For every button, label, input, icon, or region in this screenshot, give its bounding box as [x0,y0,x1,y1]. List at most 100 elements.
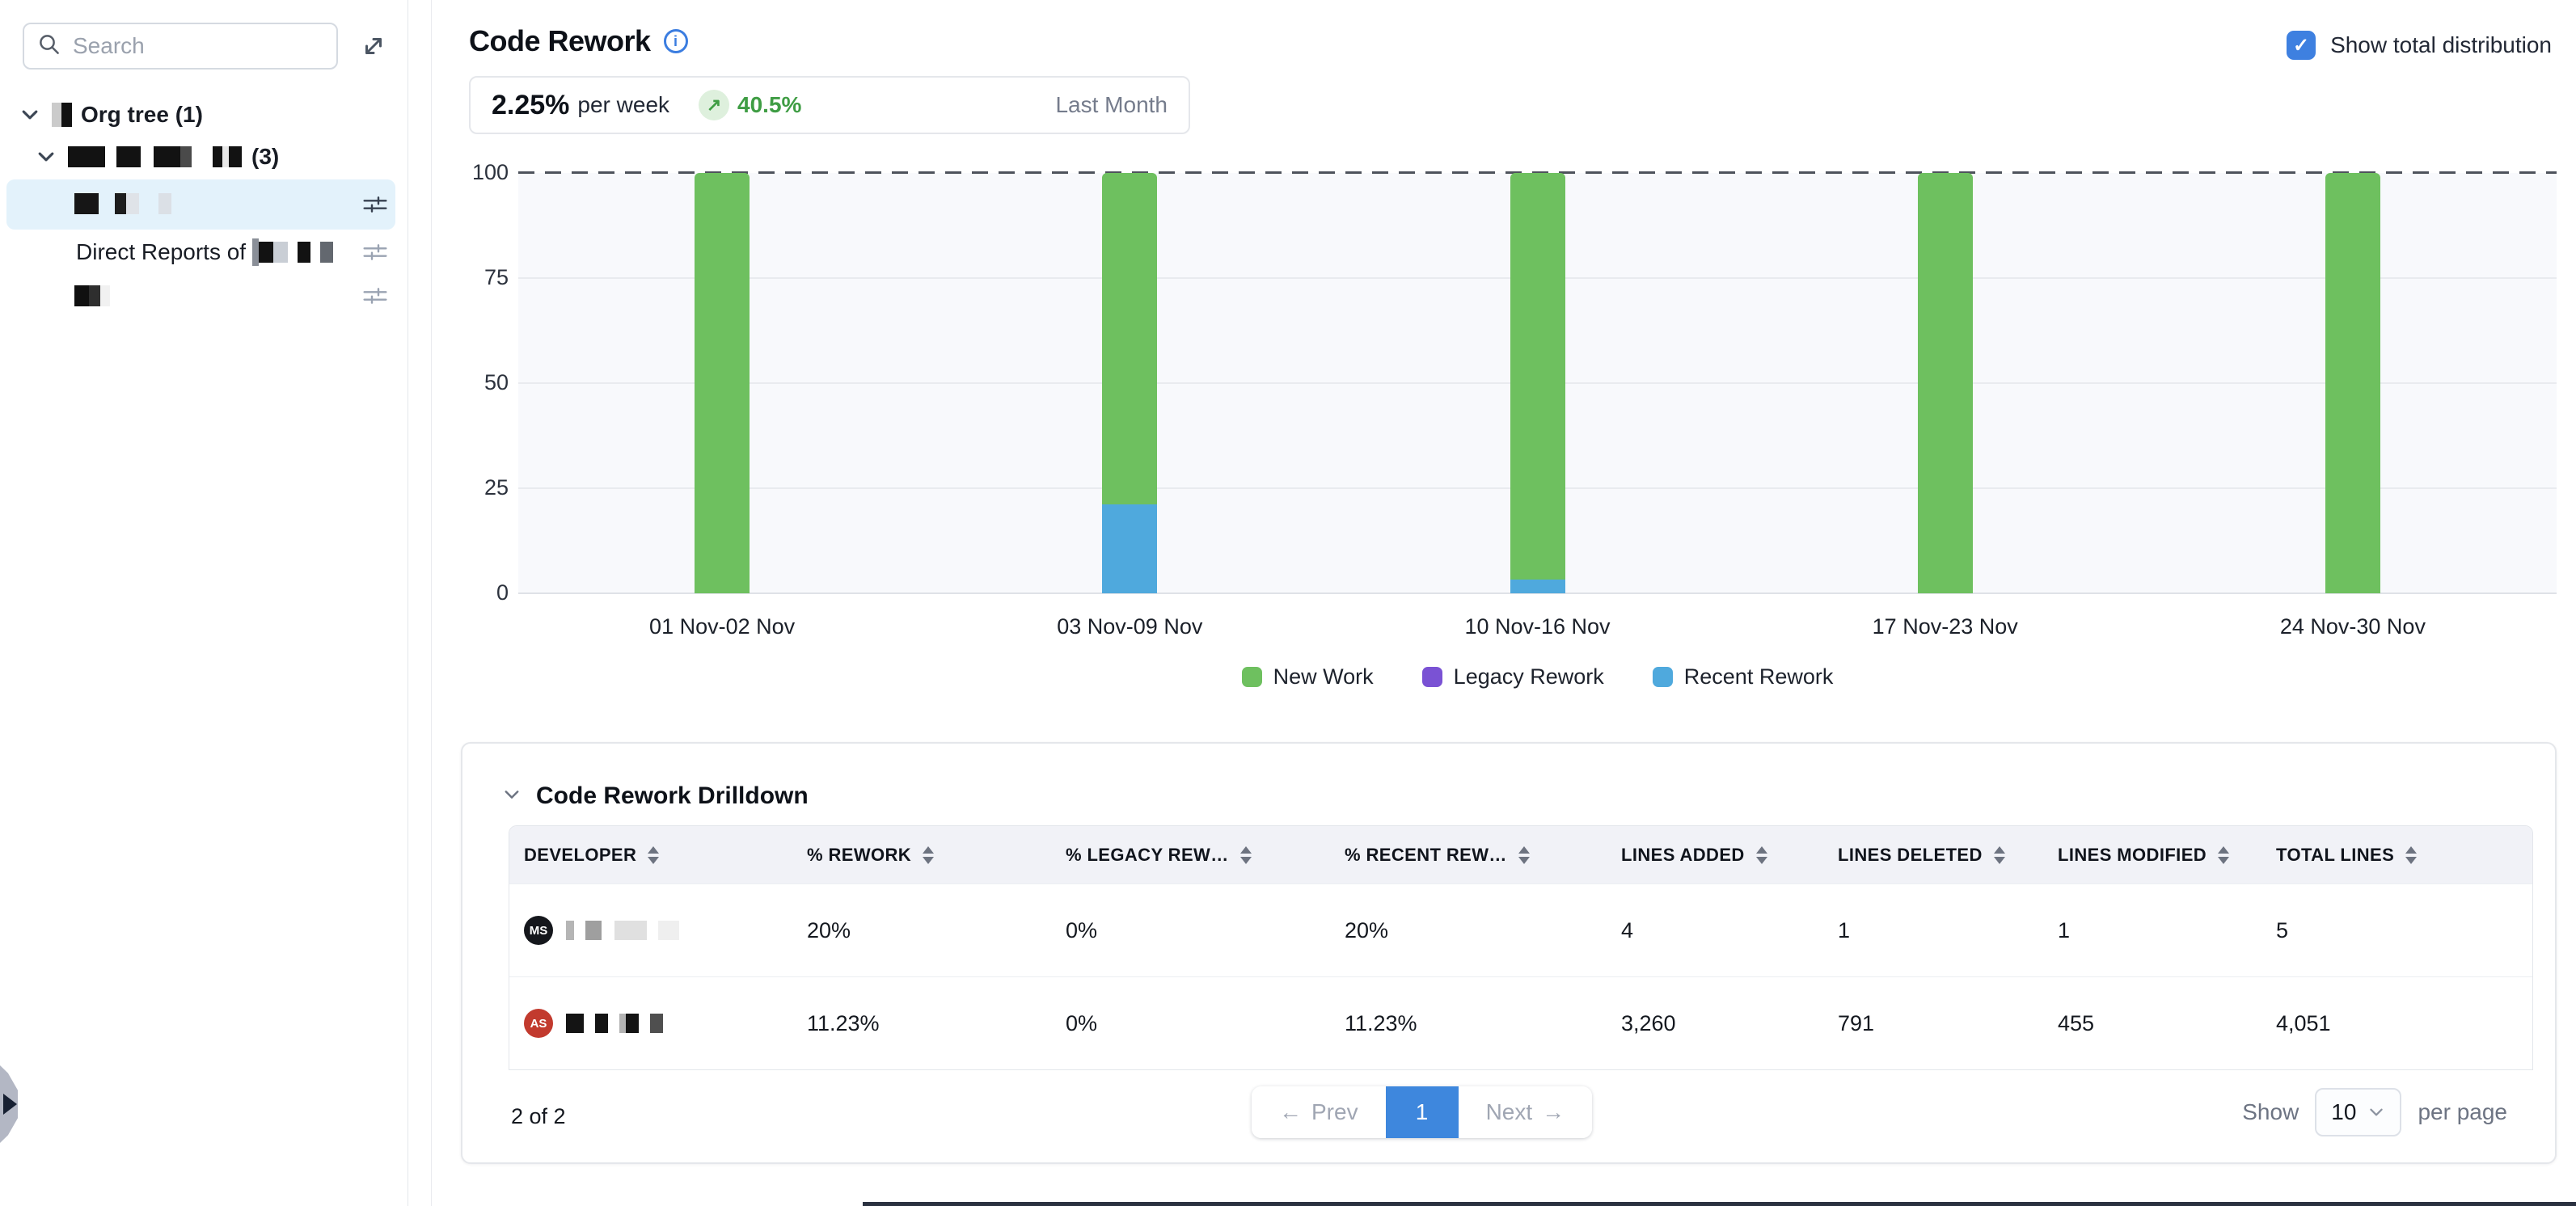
chevron-down-icon [2367,1103,2385,1121]
checkbox-checked-icon[interactable]: ✓ [2287,31,2316,60]
x-axis-labels: 01 Nov-02 Nov03 Nov-09 Nov10 Nov-16 Nov1… [518,614,2557,639]
sort-icon[interactable] [2218,846,2229,864]
column-header-label: TOTAL LINES [2276,845,2394,866]
show-total-distribution-toggle[interactable]: ✓ Show total distribution [2287,31,2552,60]
x-tick-label: 01 Nov-02 Nov [518,614,926,639]
lines-added-cell: 4 [1607,918,1823,943]
plot-area [518,173,2557,593]
filter-icon[interactable] [361,190,390,219]
lines-deleted-cell: 1 [1823,918,2043,943]
legend-item-recent-rework[interactable]: Recent Rework [1653,664,1834,689]
drilldown-title: Code Rework Drilldown [536,782,809,810]
bar-segment-new-work [1510,173,1565,580]
legend-item-new-work[interactable]: New Work [1242,664,1374,689]
y-tick-label: 100 [440,160,509,185]
page: Org tree (1) (3) Direct Reports of [0,0,2576,1206]
column-header-label: LINES DELETED [1838,845,1983,866]
sidebar-item-selected[interactable] [6,179,395,230]
drilldown-card: Code Rework Drilldown DEVELOPER % REWORK%… [461,742,2557,1164]
sort-icon[interactable] [2405,846,2417,864]
caret-right-icon [3,1094,17,1115]
legend-swatch [1422,667,1442,687]
stat-unit: per week [577,92,669,118]
filter-icon[interactable] [361,238,390,267]
recent-rework-cell: 11.23% [1330,1011,1607,1036]
table-row[interactable]: MS20%0%20%4115 [509,883,2532,976]
stacked-bar[interactable] [1102,173,1157,593]
table-header-row: DEVELOPER % REWORK % LEGACY REW… % RECENT R… [509,826,2532,883]
chevron-down-icon[interactable] [502,785,522,808]
column-header-legacy-rew[interactable]: % LEGACY REW… [1051,845,1330,866]
info-icon[interactable]: i [664,29,688,53]
legend-swatch [1242,667,1262,687]
bar-group [1742,173,2149,593]
rework-cell: 20% [792,918,1051,943]
sort-icon[interactable] [923,846,934,864]
bar-segment-new-work [2325,173,2380,593]
search-input[interactable] [73,33,323,59]
column-header-total-lines[interactable]: TOTAL LINES [2261,845,2532,866]
sidebar-item-group[interactable]: (3) [36,142,279,171]
legacy-rework-cell: 0% [1051,1011,1330,1036]
stacked-bar[interactable] [1510,173,1565,593]
sidebar-item-other[interactable] [74,280,110,312]
search-box[interactable] [23,23,338,70]
sort-icon[interactable] [648,846,659,864]
stat-period: Last Month [1055,92,1168,118]
filter-icon[interactable] [361,281,390,310]
developer-cell: AS [509,1009,792,1038]
page-size-select[interactable]: 10 [2315,1088,2401,1136]
stacked-bar[interactable] [2325,173,2380,593]
sidebar-item-selected-content[interactable] [74,189,171,218]
show-total-distribution-label: Show total distribution [2330,32,2552,58]
redacted-text [252,238,333,266]
column-header-developer[interactable]: DEVELOPER [509,845,792,866]
redacted-text [68,146,242,167]
sidebar-item-direct-reports[interactable]: Direct Reports of [76,236,333,268]
y-tick-label: 0 [440,580,509,605]
column-header-lines-added[interactable]: LINES ADDED [1607,845,1823,866]
column-header-label: DEVELOPER [524,845,636,866]
column-header-label: LINES ADDED [1621,845,1745,866]
legend-label: New Work [1273,664,1374,689]
sidebar-item-org-tree[interactable]: Org tree (1) [19,100,203,129]
stat-value: 2.25% [492,90,569,121]
stacked-bar[interactable] [1918,173,1973,593]
column-header-label: % LEGACY REW… [1066,845,1229,866]
sidebar-collapse-handle[interactable] [0,1065,18,1143]
total-lines-cell: 5 [2261,918,2532,943]
drilldown-table: DEVELOPER % REWORK % LEGACY REW… % RECENT R… [509,825,2533,1070]
developer-cell: MS [509,916,792,945]
next-page-button[interactable]: Next → [1459,1086,1593,1138]
sort-icon[interactable] [1240,846,1252,864]
redacted-developer-name [566,921,679,940]
x-tick-label: 10 Nov-16 Nov [1333,614,1741,639]
sort-icon[interactable] [1518,846,1530,864]
direct-reports-label: Direct Reports of [76,239,246,265]
sort-icon[interactable] [1994,846,2005,864]
current-page-button[interactable]: 1 [1386,1086,1459,1138]
trend-up-icon: ↗ [699,90,729,120]
table-row[interactable]: AS11.23%0%11.23%3,2607914554,051 [509,976,2532,1069]
y-tick-label: 50 [440,370,509,395]
stacked-bar[interactable] [695,173,750,593]
legend-item-legacy-rework[interactable]: Legacy Rework [1422,664,1604,689]
column-header-recent-rew[interactable]: % RECENT REW… [1330,845,1607,866]
legend-swatch [1653,667,1673,687]
column-header-label: % REWORK [807,845,911,866]
y-tick-label: 25 [440,475,509,500]
column-header-rework[interactable]: % REWORK [792,845,1051,866]
sort-icon[interactable] [1756,846,1767,864]
bar-segment-new-work [1918,173,1973,593]
redacted-text [74,193,171,214]
arrow-left-icon: ← [1279,1099,1302,1125]
x-tick-label: 24 Nov-30 Nov [2149,614,2557,639]
chevron-down-icon[interactable] [19,104,40,125]
chevron-down-icon[interactable] [36,146,57,167]
column-header-lines-modified[interactable]: LINES MODIFIED [2043,845,2261,866]
org-tree-label: Org tree (1) [81,102,203,128]
redacted-developer-name [566,1014,663,1033]
expand-tree-icon[interactable] [358,31,389,61]
column-header-lines-deleted[interactable]: LINES DELETED [1823,845,2043,866]
prev-page-button[interactable]: ← Prev [1252,1086,1386,1138]
